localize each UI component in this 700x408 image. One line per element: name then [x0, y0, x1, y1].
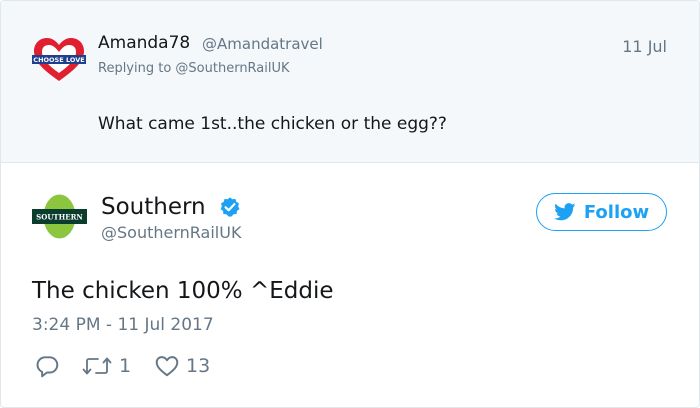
user-handle[interactable]: @Amandatravel [202, 35, 323, 53]
retweet-count: 1 [119, 355, 132, 377]
follow-button[interactable]: Follow [536, 193, 667, 231]
avatar[interactable]: CHOOSE LOVE [32, 37, 86, 83]
avatar[interactable]: SOUTHERN [32, 194, 87, 239]
tweet-date[interactable]: 11 Jul [622, 37, 667, 56]
red-heart-icon: CHOOSE LOVE [32, 38, 86, 81]
avatar-caption: SOUTHERN [36, 213, 83, 222]
reply-icon [36, 356, 59, 378]
tweet-card: CHOOSE LOVE Amanda78 @Amandatravel 11 Ju… [0, 0, 700, 408]
retweet-icon [82, 357, 112, 375]
retweet-button[interactable]: 1 [81, 352, 131, 380]
like-count: 13 [186, 355, 211, 377]
user-handle[interactable]: @SouthernRailUK [101, 223, 241, 242]
display-name[interactable]: Amanda78 [98, 33, 190, 53]
follow-label: Follow [583, 201, 650, 223]
display-name[interactable]: Southern [101, 194, 206, 220]
parent-reply-tweet[interactable]: CHOOSE LOVE Amanda78 @Amandatravel 11 Ju… [1, 1, 699, 163]
tweet-timestamp[interactable]: 3:24 PM - 11 Jul 2017 [32, 315, 214, 335]
avatar-caption: CHOOSE LOVE [33, 56, 84, 64]
like-button[interactable]: 13 [154, 352, 210, 380]
verified-badge-icon [219, 196, 241, 218]
twitter-bird-icon [553, 203, 576, 221]
tweet-text: The chicken 100% ^Eddie [32, 278, 334, 304]
southern-logo-icon: SOUTHERN [32, 194, 87, 239]
reply-tweet-text: What came 1st..the chicken or the egg?? [98, 114, 447, 134]
heart-outline-icon [155, 356, 179, 377]
reply-button[interactable] [34, 352, 60, 380]
replying-to-label: Replying to @SouthernRailUK [98, 61, 290, 76]
